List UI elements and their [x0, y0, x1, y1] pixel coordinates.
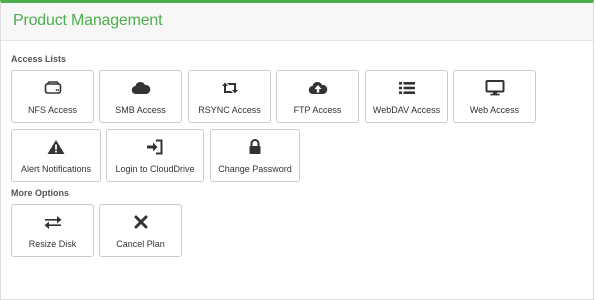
resize-disk-button[interactable]: Resize Disk — [11, 204, 94, 257]
sign-in-icon — [146, 139, 164, 155]
alert-notifications-label: Alert Notifications — [20, 164, 92, 174]
smb-access-label: SMB Access — [115, 105, 166, 115]
nfs-access-button[interactable]: NFS Access — [11, 70, 94, 123]
change-password-label: Change Password — [218, 164, 292, 174]
panel-title: Product Management — [13, 12, 163, 29]
login-clouddrive-label: Login to CloudDrive — [115, 164, 195, 174]
ftp-access-button[interactable]: FTP Access — [276, 70, 359, 123]
smb-access-button[interactable]: SMB Access — [99, 70, 182, 123]
section-label-more-options: More Options — [11, 188, 69, 198]
rsync-access-button[interactable]: RSYNC Access — [188, 70, 271, 123]
panel-heading: Product Management — [1, 3, 593, 41]
list-icon — [398, 80, 416, 96]
monitor-icon — [485, 80, 505, 96]
change-password-button[interactable]: Change Password — [210, 129, 300, 182]
nfs-access-label: NFS Access — [27, 105, 77, 115]
rsync-access-label: RSYNC Access — [198, 105, 261, 115]
web-access-button[interactable]: Web Access — [453, 70, 536, 123]
close-icon — [134, 214, 148, 230]
cloud-icon — [131, 80, 151, 96]
warning-icon — [47, 139, 65, 155]
login-clouddrive-button[interactable]: Login to CloudDrive — [106, 129, 204, 182]
exchange-icon — [43, 214, 63, 230]
cancel-plan-button[interactable]: Cancel Plan — [99, 204, 182, 257]
hdd-icon — [44, 80, 62, 96]
retweet-icon — [220, 80, 240, 96]
resize-disk-label: Resize Disk — [28, 239, 77, 249]
web-access-label: Web Access — [469, 105, 520, 115]
lock-icon — [248, 139, 262, 155]
webdav-access-button[interactable]: WebDAV Access — [365, 70, 448, 123]
ftp-access-label: FTP Access — [293, 105, 342, 115]
alert-notifications-button[interactable]: Alert Notifications — [11, 129, 101, 182]
cloud-upload-icon — [308, 80, 328, 96]
cancel-plan-label: Cancel Plan — [116, 239, 165, 249]
webdav-access-label: WebDAV Access — [372, 105, 441, 115]
section-label-access-lists: Access Lists — [11, 54, 67, 64]
